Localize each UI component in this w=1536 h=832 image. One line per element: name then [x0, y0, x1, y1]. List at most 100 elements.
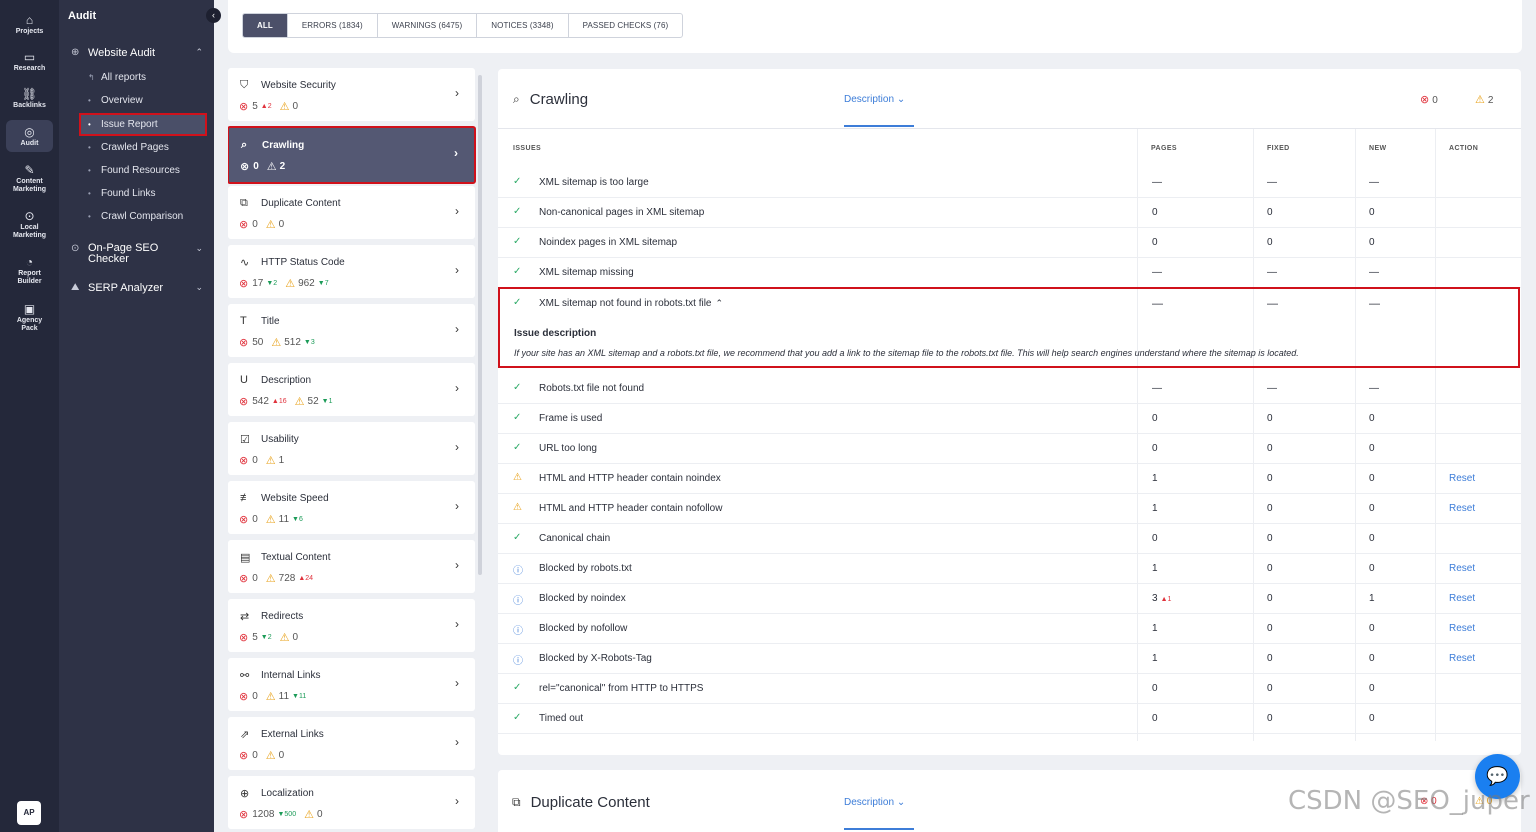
nav-item-issue-report[interactable]: • Issue Report [79, 113, 207, 136]
issue-row[interactable]: ⚠ HTML and HTTP header contain nofollow 1 0… [498, 494, 1521, 524]
issue-row[interactable]: ✓ XML sitemap is too large — — — [498, 168, 1521, 198]
rail-item-audit[interactable]: ◎ Audit [6, 120, 53, 152]
description-underline [844, 828, 914, 830]
category-item[interactable]: ⧉ Duplicate Content ⊗ 0 ⚠ 0 › [228, 186, 475, 239]
cell-pages: 1 [1152, 563, 1158, 574]
issue-row[interactable]: ✓ URL too long 0 0 0 [498, 434, 1521, 464]
issue-name: Blocked by robots.txt [539, 563, 632, 574]
category-icon: ∿ [240, 257, 250, 269]
nav-item-found-links[interactable]: • Found Links [81, 184, 206, 204]
chart-icon: ⛰ [71, 282, 80, 293]
issue-row[interactable]: ✓ rel="canonical" from HTTP to HTTPS 0 0 0 [498, 674, 1521, 704]
category-item[interactable]: ⌕ Crawling ⊗ 0 ⚠ 2 › [228, 126, 476, 184]
cell-fixed: 0 [1267, 683, 1273, 694]
bullet-icon: • [88, 212, 91, 221]
description-toggle[interactable]: Description ⌄ [844, 797, 905, 808]
reset-button[interactable]: Reset [1449, 623, 1475, 634]
tab-passed-checks[interactable]: PASSED CHECKS (76) [569, 14, 683, 37]
issues-card: ⌕ Crawling Description ⌄ ⊗ 0 ⚠ 2 ISSUES PAG… [498, 69, 1521, 755]
nav-group-website-audit[interactable]: ⊕ Website Audit ⌃ [71, 47, 203, 59]
tab-all[interactable]: ALL [243, 14, 288, 37]
cell-pages: 3 ▲1 [1152, 593, 1172, 604]
cell-new: 0 [1369, 207, 1375, 218]
warning-delta: ▼6 [292, 516, 303, 523]
chevron-up-icon: ⌃ [195, 47, 203, 57]
tab-errors[interactable]: ERRORS (1834) [288, 14, 378, 37]
issue-name: HTML and HTTP header contain noindex [539, 473, 721, 484]
category-scrollbar[interactable] [478, 75, 482, 575]
nav-item-overview[interactable]: • Overview [81, 91, 206, 111]
nav-group-onpage-seo[interactable]: ⊙ On-Page SEO Checker ⌄ [71, 243, 203, 265]
reset-button[interactable]: Reset [1449, 503, 1475, 514]
rail-item-content-marketing[interactable]: ✎ Content Marketing [0, 162, 59, 194]
collapse-nav-button[interactable]: ‹ [206, 8, 221, 23]
category-item[interactable]: ▤ Textual Content ⊗ 0 ⚠ 728 ▲24 › [228, 540, 475, 593]
category-icon: ⧉ [240, 197, 248, 209]
back-arrow-icon: ↰ [88, 73, 95, 82]
avatar[interactable]: AP [17, 801, 41, 825]
category-item[interactable]: U Description ⊗ 542 ▲16 ⚠ 52 ▼1 › [228, 363, 475, 416]
issue-row[interactable]: ✓ XML sitemap missing — — — [498, 258, 1521, 288]
issue-row[interactable]: ⚠ HTML and HTTP header contain noindex 1 0 0… [498, 464, 1521, 494]
rail-item-report-builder[interactable]: ◔ Report Builder [0, 254, 59, 286]
issue-row[interactable]: ⓘ Blocked by nofollow 1 0 0 Reset [498, 614, 1521, 644]
category-item[interactable]: ⚯ Internal Links ⊗ 0 ⚠ 11 ▼11 › [228, 658, 475, 711]
category-item[interactable]: ⛉ Website Security ⊗ 5 ▲2 ⚠ 0 › [228, 68, 475, 121]
description-toggle[interactable]: Description ⌄ [844, 94, 905, 105]
issue-row[interactable]: ⓘ Blocked by noindex 3 ▲1 0 1 Reset [498, 584, 1521, 614]
category-item[interactable]: ≢ Website Speed ⊗ 0 ⚠ 11 ▼6 › [228, 481, 475, 534]
nav-group-serp-analyzer[interactable]: ⛰ SERP Analyzer ⌄ [71, 282, 203, 294]
category-item[interactable]: T Title ⊗ 50 ⚠ 512 ▼3 › [228, 304, 475, 357]
rail-item-projects[interactable]: ⌂ Projects [0, 12, 59, 36]
category-title: T Title [240, 315, 280, 327]
issue-row[interactable]: ⓘ Blocked by X-Robots-Tag 1 0 0 Reset [498, 644, 1521, 674]
chevron-right-icon: › [455, 794, 459, 808]
issue-row[interactable]: ✓ Robots.txt file not found — — — [498, 374, 1521, 404]
reset-button[interactable]: Reset [1449, 593, 1475, 604]
tab-warnings[interactable]: WARNINGS (6475) [378, 14, 478, 37]
cell-pages: — [1152, 177, 1162, 188]
category-item[interactable]: ∿ HTTP Status Code ⊗ 17 ▼2 ⚠ 962 ▼7 › [228, 245, 475, 298]
category-icon: T [240, 315, 247, 327]
issue-row[interactable]: ✓ Frame is used 0 0 0 [498, 404, 1521, 434]
issue-name: XML sitemap missing [539, 267, 634, 278]
cell-new: 0 [1369, 473, 1375, 484]
nav-item-all-reports[interactable]: ↰ All reports [81, 68, 206, 88]
category-item[interactable]: ⊕ Localization ⊗ 1208 ▼500 ⚠ 0 › [228, 776, 475, 829]
reset-button[interactable]: Reset [1449, 563, 1475, 574]
rail-item-agency-pack[interactable]: ▣ Agency Pack [0, 301, 59, 333]
issue-row[interactable]: ✓ Noindex pages in XML sitemap 0 0 0 [498, 228, 1521, 258]
nav-item-crawl-comparison[interactable]: • Crawl Comparison [81, 207, 206, 227]
cell-new: — [1369, 298, 1380, 310]
category-stats: ⊗ 5 ▼2 ⚠ 0 [239, 632, 299, 644]
error-icon: ⊗ [239, 455, 249, 467]
expanded-issue-row[interactable]: ✓ XML sitemap not found in robots.txt fi… [498, 287, 1520, 368]
rail-item-local-marketing[interactable]: ⊙ Local Marketing [0, 208, 59, 240]
issue-row[interactable]: ✓ Timed out 0 0 0 [498, 704, 1521, 734]
issue-name: Blocked by nofollow [539, 623, 628, 634]
cell-new: — [1369, 177, 1379, 188]
error-icon: ⊗ [239, 573, 249, 585]
category-item[interactable]: ⇄ Redirects ⊗ 5 ▼2 ⚠ 0 › [228, 599, 475, 652]
rail-item-research[interactable]: ▭ Research [0, 49, 59, 73]
error-icon: ⊗ [239, 809, 249, 821]
nav-item-crawled-pages[interactable]: • Crawled Pages [81, 138, 206, 158]
rail-item-backlinks[interactable]: ⛓ Backlinks [0, 86, 59, 110]
warning-icon: ⚠ [265, 455, 276, 467]
category-item[interactable]: ⇗ External Links ⊗ 0 ⚠ 0 › [228, 717, 475, 770]
info-icon: ⓘ [513, 626, 523, 637]
issue-name: Timed out [539, 713, 584, 724]
cell-pages: 1 [1152, 473, 1158, 484]
issue-row[interactable]: ✓ Canonical chain 0 0 0 [498, 524, 1521, 554]
tab-notices[interactable]: NOTICES (3348) [477, 14, 569, 37]
cell-fixed: 0 [1267, 237, 1273, 248]
category-item[interactable]: ☑ Usability ⊗ 0 ⚠ 1 › [228, 422, 475, 475]
warning-icon: ⚠ [265, 573, 276, 585]
reset-button[interactable]: Reset [1449, 653, 1475, 664]
issue-row[interactable]: ✓ Non-canonical pages in XML sitemap 0 0 0 [498, 198, 1521, 228]
check-icon: ✓ [513, 532, 522, 543]
reset-button[interactable]: Reset [1449, 473, 1475, 484]
info-icon: ⓘ [513, 566, 523, 577]
nav-item-found-resources[interactable]: • Found Resources [81, 161, 206, 181]
issue-row[interactable]: ⓘ Blocked by robots.txt 1 0 0 Reset [498, 554, 1521, 584]
